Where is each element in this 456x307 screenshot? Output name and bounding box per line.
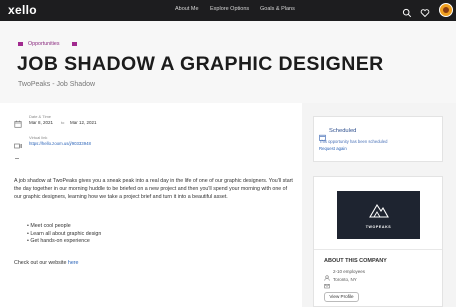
website-link[interactable]: here <box>68 260 79 266</box>
company-location: Toronto, NY <box>333 277 357 282</box>
virtual-link-label: Virtual link <box>29 135 48 140</box>
virtual-link[interactable]: https://hello.zoom.us/j/90333948 <box>29 141 91 146</box>
mountain-icon <box>369 203 389 218</box>
people-icon <box>324 268 330 281</box>
xello-logo[interactable]: xello <box>8 3 37 17</box>
company-card: TWOPEAKS ABOUT THIS COMPANY 2-10 employe… <box>313 176 443 307</box>
avatar[interactable] <box>439 3 453 17</box>
search-icon[interactable] <box>402 5 412 18</box>
video-icon <box>14 137 22 149</box>
bullet-list: Meet cool people Learn all about graphic… <box>27 223 101 246</box>
date-start: Mar 8, 2021 <box>29 120 54 125</box>
main-content: Date & Time Mar 8, 2021 to Mar 12, 2021 … <box>0 103 302 307</box>
calendar-check-icon <box>319 128 326 141</box>
top-nav: xello About Me Explore Options Goals & P… <box>0 0 456 21</box>
page-subtitle: TwoPeaks - Job Shadow <box>18 81 96 88</box>
category-square-icon <box>18 42 23 46</box>
view-profile-button[interactable]: View Profile <box>324 292 359 302</box>
location-icon <box>324 276 330 289</box>
description-text: A job shadow at TwoPeaks gives you a sne… <box>14 178 293 201</box>
status-card: Scheduled This opportunity has been sche… <box>313 116 443 162</box>
calendar-icon <box>14 115 22 128</box>
list-item: Meet cool people <box>27 223 101 231</box>
employee-count: 2-10 employees <box>333 269 366 274</box>
category-square-icon <box>72 42 77 46</box>
company-logo[interactable]: TWOPEAKS <box>337 191 420 239</box>
divider <box>314 249 442 250</box>
divider <box>15 158 19 159</box>
date-label: Date & Time <box>29 114 52 119</box>
website-note: Check out our website here <box>14 260 79 266</box>
avatar-face-icon <box>443 7 449 13</box>
company-logo-text: TWOPEAKS <box>365 225 392 229</box>
request-again-link[interactable]: Request again <box>319 146 347 151</box>
nav-goals-plans[interactable]: Goals & Plans <box>260 6 295 12</box>
list-item: Get hands-on experience <box>27 238 101 246</box>
nav-explore-options[interactable]: Explore Options <box>210 6 249 12</box>
list-item: Learn all about graphic design <box>27 231 101 239</box>
date-end: Mar 12, 2021 <box>70 120 97 125</box>
status-note: This opportunity has been scheduled <box>319 139 388 144</box>
about-company-title: ABOUT THIS COMPANY <box>324 258 387 264</box>
status-title: Scheduled <box>329 128 357 134</box>
date-separator: to <box>61 120 65 125</box>
heart-icon[interactable] <box>420 5 430 18</box>
website-note-text: Check out our website <box>14 260 68 266</box>
category-label[interactable]: Opportunities <box>28 41 60 47</box>
nav-about-me[interactable]: About Me <box>175 6 199 12</box>
page-title: JOB SHADOW A GRAPHIC DESIGNER <box>17 53 384 75</box>
page-header: Opportunities JOB SHADOW A GRAPHIC DESIG… <box>0 21 456 103</box>
